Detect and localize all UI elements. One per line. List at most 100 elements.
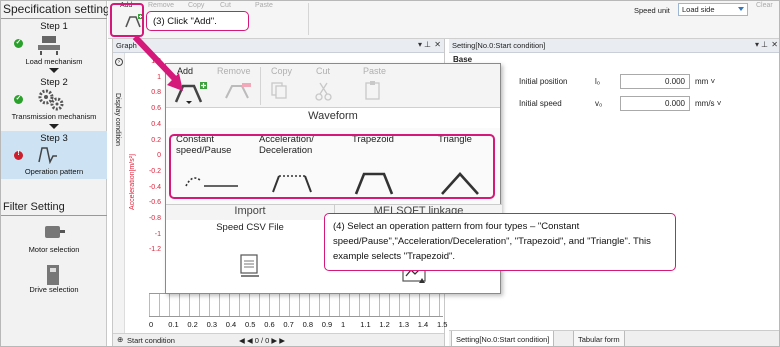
setting-pane-header: Setting[No.0:Start condition] ▾ ⊥ ✕	[449, 39, 779, 53]
operation-pattern-icon	[38, 147, 57, 164]
speed-unit-value: Load side	[682, 5, 715, 14]
paste-icon	[365, 81, 380, 100]
step-label: Operation pattern	[24, 167, 84, 176]
error-icon: !	[14, 150, 23, 160]
initial-position-field[interactable]: 0.000	[620, 74, 690, 89]
graph-footer: ⊕ Start condition ◀ ◀ 0 / 0 ▶ ▶	[113, 333, 444, 346]
x-tick-label: 1.2	[379, 320, 390, 329]
close-icon[interactable]: ✕	[434, 40, 441, 49]
step-2-transmission-mechanism[interactable]: Step 2 ✓ Transmission mechanism	[1, 75, 107, 131]
x-tick-label: 1.1	[360, 320, 371, 329]
page-nav[interactable]: ◀ ◀ 0 / 0 ▶ ▶	[239, 336, 285, 345]
filter-title: Filter Setting	[3, 201, 65, 213]
field-symbol: l₀	[595, 77, 601, 86]
y-tick-label: -1.2	[148, 246, 161, 254]
y-tick-label: 0.8	[151, 89, 161, 97]
x-tick-label: 0	[149, 320, 154, 329]
load-mechanism-icon	[38, 36, 60, 55]
spec-sidebar: Specification settings Step 1 ✓ Load mec…	[1, 1, 116, 346]
speed-unit-select[interactable]: Load side	[678, 3, 748, 16]
x-tick-label: 1.4	[417, 320, 429, 329]
copy-icon	[271, 82, 287, 99]
paste-button[interactable]: Paste	[255, 1, 281, 37]
down-arrow-icon	[49, 124, 59, 129]
dropdown-icon[interactable]: ▾	[418, 40, 422, 49]
y-tick-label: 0.6	[151, 105, 161, 113]
x-tick-label: 0.9	[321, 320, 333, 329]
copy-label: Copy	[188, 2, 205, 9]
popup-remove-label: Remove	[217, 66, 251, 76]
y-tick-label: 0.4	[151, 120, 161, 128]
step-number: Step 2	[40, 77, 68, 88]
y-tick-label: -0.8	[148, 215, 161, 222]
divider	[1, 215, 107, 216]
drive-selection[interactable]: Drive selection	[1, 261, 107, 311]
speed-csv-file-button[interactable]: Speed CSV File	[166, 222, 334, 233]
x-tick-label: 0.3	[206, 320, 218, 329]
callout-step4: (4) Select an operation pattern from fou…	[324, 213, 676, 271]
scissors-icon	[315, 82, 332, 101]
toolbar-separator	[308, 3, 309, 35]
app-window: Specification settings Step 1 ✓ Load mec…	[0, 0, 780, 347]
step-number: Step 1	[40, 21, 68, 32]
y-tick-label: 0	[157, 152, 161, 160]
add-condition-icon[interactable]: ⊕	[117, 335, 123, 344]
x-tick-label: 1.3	[398, 320, 410, 329]
popup-copy-button[interactable]: Copy	[262, 64, 310, 108]
unit-select[interactable]: mm ˅	[695, 77, 715, 86]
display-condition-label: Display condition	[114, 93, 121, 146]
x-tick-label: 0.2	[187, 320, 198, 329]
page-counter: 0 / 0	[254, 336, 270, 345]
step-1-load-mechanism[interactable]: Step 1 ✓ Load mechanism	[1, 19, 107, 75]
x-tick-label: 0.5	[245, 320, 256, 329]
filter-label: Motor selection	[28, 245, 80, 254]
waveform-header: Waveform	[308, 110, 358, 122]
step-label: Transmission mechanism	[11, 112, 97, 121]
tab-setting[interactable]: Setting[No.0:Start condition]	[451, 331, 555, 346]
popup-paste-button[interactable]: Paste	[354, 64, 402, 108]
gears-icon	[38, 89, 64, 111]
y-tick-label: -1	[154, 230, 161, 238]
clear-button[interactable]: Clear	[756, 2, 773, 9]
pin-icon[interactable]: ⊥	[761, 40, 768, 49]
initial-speed-field[interactable]: 0.000	[620, 96, 690, 111]
y-tick-label: 1	[157, 73, 161, 81]
x-tick-label: 1.5	[437, 320, 448, 329]
field-label: Initial speed	[519, 99, 562, 108]
popup-remove-button[interactable]: Remove	[214, 64, 262, 108]
expand-icon[interactable]: ›	[115, 58, 123, 66]
y-tick-label: 1.2	[151, 58, 161, 65]
y-tick-label: 0.2	[151, 136, 161, 144]
x-tick-label: 0.1	[168, 320, 179, 329]
check-icon: ✓	[14, 95, 23, 104]
setting-tabs: Setting[No.0:Start condition] Tabular fo…	[449, 330, 779, 346]
popup-add-button[interactable]: Add	[168, 64, 216, 108]
import-header: Import	[166, 204, 334, 220]
display-condition-strip[interactable]: › Display condition	[113, 53, 125, 333]
x-tick-label: 0.4	[225, 320, 237, 329]
step-3-operation-pattern[interactable]: Step 3 ! Operation pattern	[1, 131, 107, 179]
check-icon: ✓	[14, 39, 23, 48]
x-tick-label: 0.8	[302, 320, 314, 329]
remove-pattern-icon	[225, 83, 251, 99]
y-tick-label: -0.4	[148, 183, 161, 191]
drive-icon	[47, 265, 59, 285]
popup-add-label: Add	[177, 66, 194, 76]
cut-label: Cut	[220, 2, 231, 9]
popup-paste-label: Paste	[363, 66, 387, 76]
close-icon[interactable]: ✕	[771, 40, 778, 49]
y-tick-label: -0.2	[148, 167, 161, 175]
step-label: Load mechanism	[25, 57, 83, 66]
tab-tabular-form[interactable]: Tabular form	[573, 331, 625, 346]
popup-cut-button[interactable]: Cut	[310, 64, 358, 108]
field-symbol: v₀	[595, 99, 603, 108]
filter-label: Drive selection	[29, 285, 79, 294]
step-number: Step 3	[40, 133, 68, 144]
motor-icon	[45, 226, 65, 238]
unit-select[interactable]: mm/s ˅	[695, 99, 721, 108]
dropdown-icon[interactable]: ▾	[755, 40, 759, 49]
x-tick-label: 0.6	[264, 320, 275, 329]
y-tick-label: -0.6	[148, 199, 161, 207]
paste-label: Paste	[255, 2, 273, 9]
pin-icon[interactable]: ⊥	[424, 40, 431, 49]
